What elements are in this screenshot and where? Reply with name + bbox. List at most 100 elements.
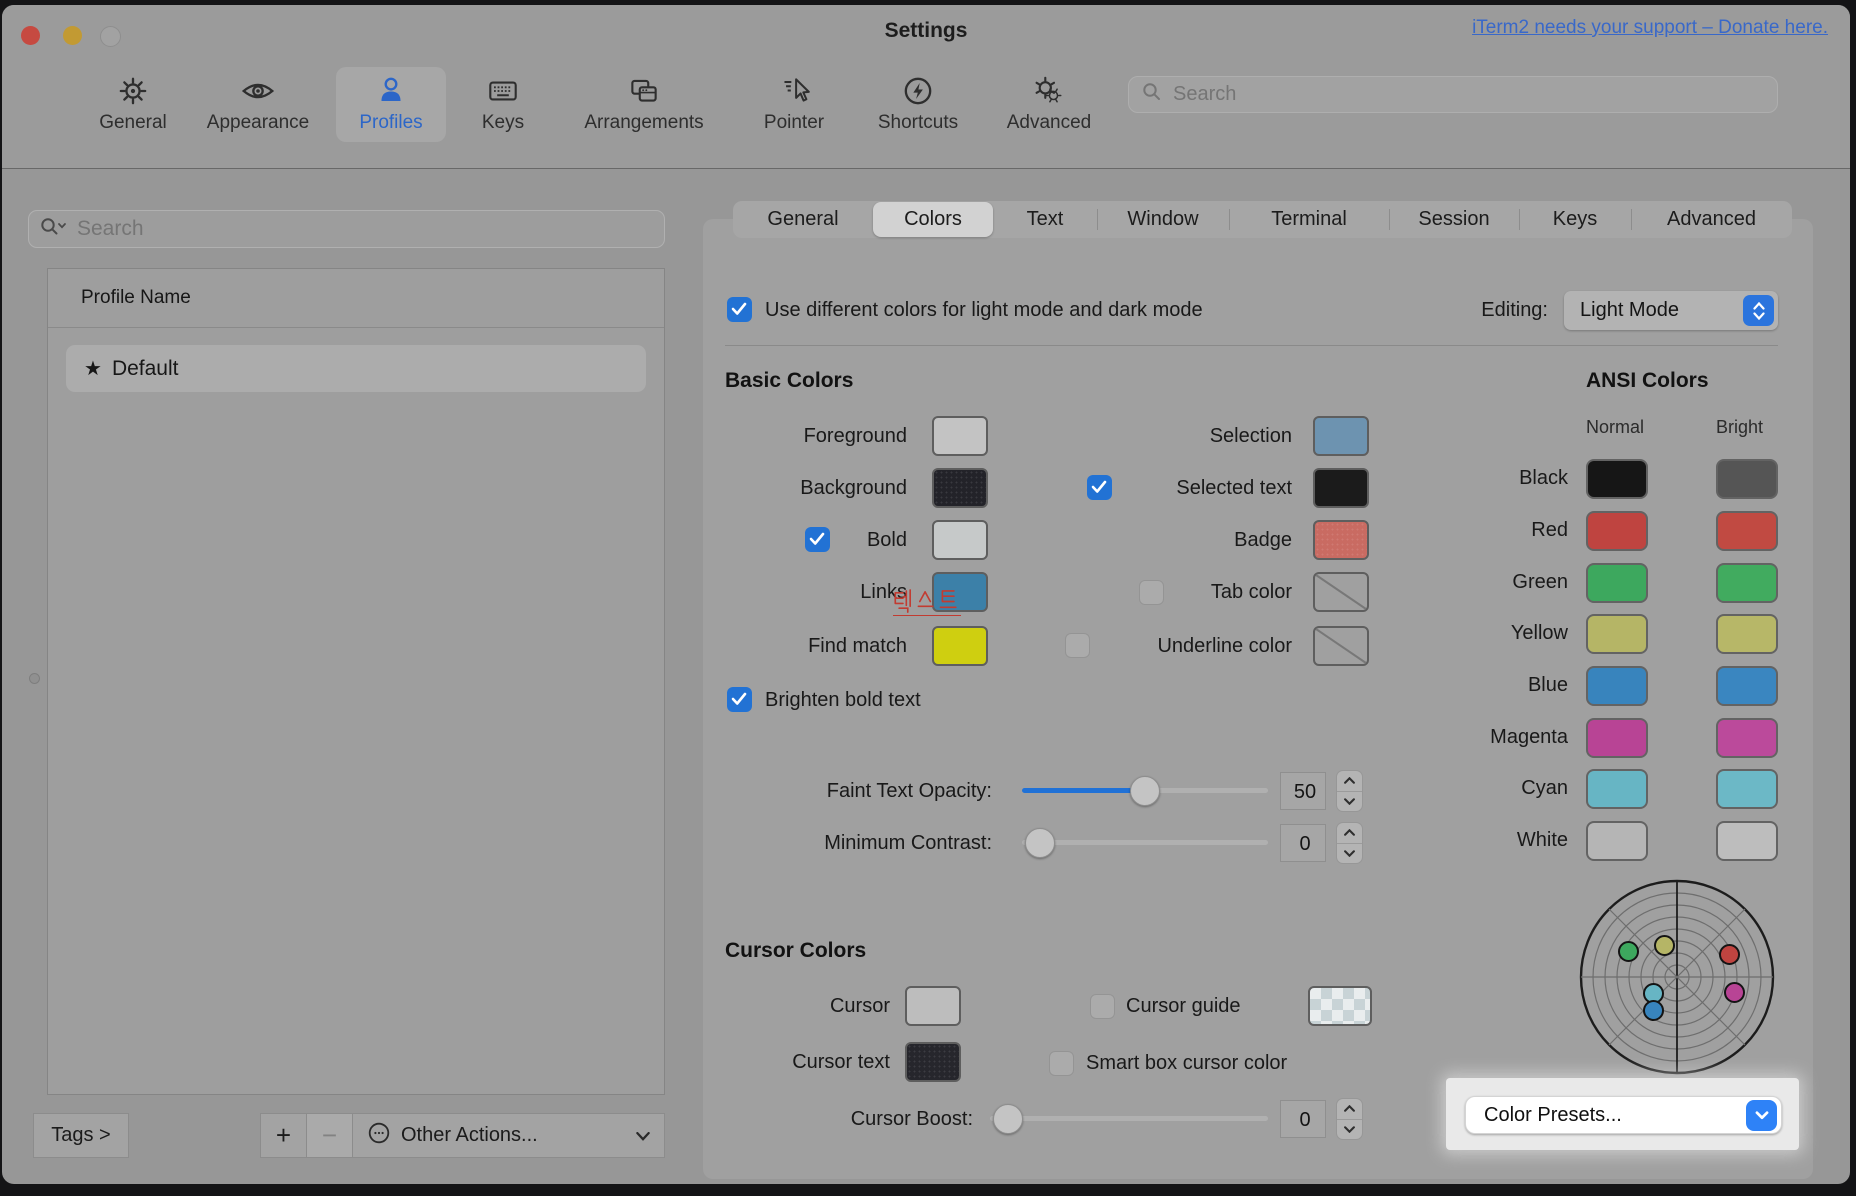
- cursor-swatch[interactable]: [905, 986, 961, 1026]
- toolbar-label: Profiles: [359, 112, 422, 134]
- cursor-boost-stepper[interactable]: [1336, 1098, 1363, 1140]
- toolbar-item-advanced[interactable]: Advanced: [990, 67, 1108, 142]
- faint-opacity-stepper[interactable]: [1336, 770, 1363, 812]
- cursor-boost-slider[interactable]: [990, 1116, 1268, 1121]
- tab-session[interactable]: Session: [1389, 201, 1519, 238]
- min-contrast-slider[interactable]: [1022, 840, 1268, 845]
- ansi-magenta-normal-swatch[interactable]: [1586, 718, 1648, 758]
- toolbar: General Appearance Profiles: [86, 67, 1108, 142]
- toolbar-item-arrangements[interactable]: Arrangements: [560, 67, 728, 142]
- underline-color-label: Underline color: [1042, 634, 1292, 659]
- stepper-down-icon[interactable]: [1337, 792, 1362, 812]
- toolbar-item-profiles[interactable]: Profiles: [336, 67, 446, 142]
- remove-profile-button[interactable]: −: [306, 1113, 353, 1158]
- faint-opacity-thumb[interactable]: [1130, 776, 1160, 806]
- min-contrast-input[interactable]: [1281, 825, 1329, 863]
- tab-window[interactable]: Window: [1097, 201, 1229, 238]
- donate-link[interactable]: iTerm2 needs your support – Donate here.: [1472, 17, 1828, 39]
- eye-icon: [239, 71, 277, 111]
- ansi-blue-bright-swatch[interactable]: [1716, 666, 1778, 706]
- ansi-black-bright-swatch[interactable]: [1716, 459, 1778, 499]
- other-actions-dropdown[interactable]: Other Actions...: [352, 1113, 665, 1158]
- cursor-guide-swatch[interactable]: [1308, 986, 1372, 1026]
- selected-text-label: Selected text: [1042, 476, 1292, 501]
- editing-mode-dropdown[interactable]: Light Mode: [1564, 291, 1778, 330]
- toolbar-search[interactable]: [1128, 76, 1778, 113]
- stepper-down-icon[interactable]: [1337, 844, 1362, 864]
- underline-color-swatch[interactable]: [1313, 626, 1369, 666]
- min-contrast-thumb[interactable]: [1025, 828, 1055, 858]
- ansi-yellow-label: Yellow: [1422, 621, 1568, 646]
- faint-opacity-label: Faint Text Opacity:: [702, 779, 992, 804]
- background-swatch[interactable]: [932, 468, 988, 508]
- cursor-text-label: Cursor text: [702, 1050, 890, 1075]
- profile-row-default[interactable]: ★ Default: [66, 345, 646, 392]
- cursor-boost-value[interactable]: [1280, 1100, 1326, 1138]
- cursor-boost-thumb[interactable]: [993, 1104, 1023, 1134]
- find-match-swatch[interactable]: [932, 626, 988, 666]
- cursor-boost-input[interactable]: [1281, 1101, 1329, 1139]
- find-match-label: Find match: [702, 634, 907, 659]
- keyboard-icon: [484, 71, 522, 111]
- toolbar-label: Pointer: [764, 112, 824, 134]
- use-different-colors-checkbox[interactable]: [727, 297, 752, 322]
- tab-text[interactable]: Text: [993, 201, 1097, 238]
- stepper-up-icon[interactable]: [1337, 771, 1362, 792]
- add-profile-button[interactable]: +: [260, 1113, 307, 1158]
- ansi-white-bright-swatch[interactable]: [1716, 821, 1778, 861]
- toolbar-item-general[interactable]: General: [86, 67, 180, 142]
- tab-colors[interactable]: Colors: [873, 202, 993, 237]
- color-presets-dropdown[interactable]: Color Presets...: [1465, 1096, 1782, 1134]
- ansi-magenta-bright-swatch[interactable]: [1716, 718, 1778, 758]
- ansi-blue-normal-swatch[interactable]: [1586, 666, 1648, 706]
- foreground-swatch[interactable]: [932, 416, 988, 456]
- profile-search-input[interactable]: [75, 216, 654, 242]
- bold-swatch[interactable]: [932, 520, 988, 560]
- tab-color-swatch[interactable]: [1313, 572, 1369, 612]
- brighten-bold-checkbox[interactable]: [727, 687, 752, 712]
- tab-keys[interactable]: Keys: [1519, 201, 1631, 238]
- tab-advanced[interactable]: Advanced: [1631, 201, 1792, 238]
- editing-label: Editing:: [1450, 298, 1548, 323]
- selected-text-swatch[interactable]: [1313, 468, 1369, 508]
- ansi-red-bright-swatch[interactable]: [1716, 511, 1778, 551]
- tab-terminal[interactable]: Terminal: [1229, 201, 1389, 238]
- tags-button[interactable]: Tags >: [33, 1113, 129, 1158]
- faint-opacity-value[interactable]: [1280, 772, 1326, 810]
- toolbar-search-input[interactable]: [1171, 82, 1765, 107]
- toolbar-item-keys[interactable]: Keys: [460, 67, 546, 142]
- cursor-guide-checkbox[interactable]: [1090, 994, 1115, 1019]
- ansi-green-bright-swatch[interactable]: [1716, 563, 1778, 603]
- yellow-wheel-dot: [1654, 935, 1675, 956]
- faint-opacity-input[interactable]: [1281, 773, 1329, 811]
- ansi-yellow-bright-swatch[interactable]: [1716, 614, 1778, 654]
- min-contrast-value[interactable]: [1280, 824, 1326, 862]
- badge-swatch[interactable]: [1313, 520, 1369, 560]
- min-contrast-stepper[interactable]: [1336, 822, 1363, 864]
- toolbar-item-shortcuts[interactable]: Shortcuts: [860, 67, 976, 142]
- toolbar-item-pointer[interactable]: Pointer: [742, 67, 846, 142]
- ansi-magenta-label: Magenta: [1422, 725, 1568, 750]
- ansi-cyan-bright-swatch[interactable]: [1716, 769, 1778, 809]
- profile-search[interactable]: [28, 210, 665, 248]
- cursor-text-swatch[interactable]: [905, 1042, 961, 1082]
- toolbar-label: General: [99, 112, 167, 134]
- tab-general[interactable]: General: [733, 201, 873, 238]
- bold-label: Bold: [702, 528, 907, 553]
- stepper-down-icon[interactable]: [1337, 1120, 1362, 1140]
- window-edge-dot: [29, 673, 40, 684]
- smart-box-checkbox[interactable]: [1049, 1051, 1074, 1076]
- ansi-yellow-normal-swatch[interactable]: [1586, 614, 1648, 654]
- ansi-black-normal-swatch[interactable]: [1586, 459, 1648, 499]
- toolbar-item-appearance[interactable]: Appearance: [194, 67, 322, 142]
- ansi-cyan-normal-swatch[interactable]: [1586, 769, 1648, 809]
- stepper-up-icon[interactable]: [1337, 1099, 1362, 1120]
- chevron-down-icon: [636, 1124, 650, 1147]
- tab-color-label: Tab color: [1042, 580, 1292, 605]
- ansi-red-normal-swatch[interactable]: [1586, 511, 1648, 551]
- ansi-white-normal-swatch[interactable]: [1586, 821, 1648, 861]
- ansi-black-label: Black: [1422, 466, 1568, 491]
- ansi-green-normal-swatch[interactable]: [1586, 563, 1648, 603]
- stepper-up-icon[interactable]: [1337, 823, 1362, 844]
- selection-swatch[interactable]: [1313, 416, 1369, 456]
